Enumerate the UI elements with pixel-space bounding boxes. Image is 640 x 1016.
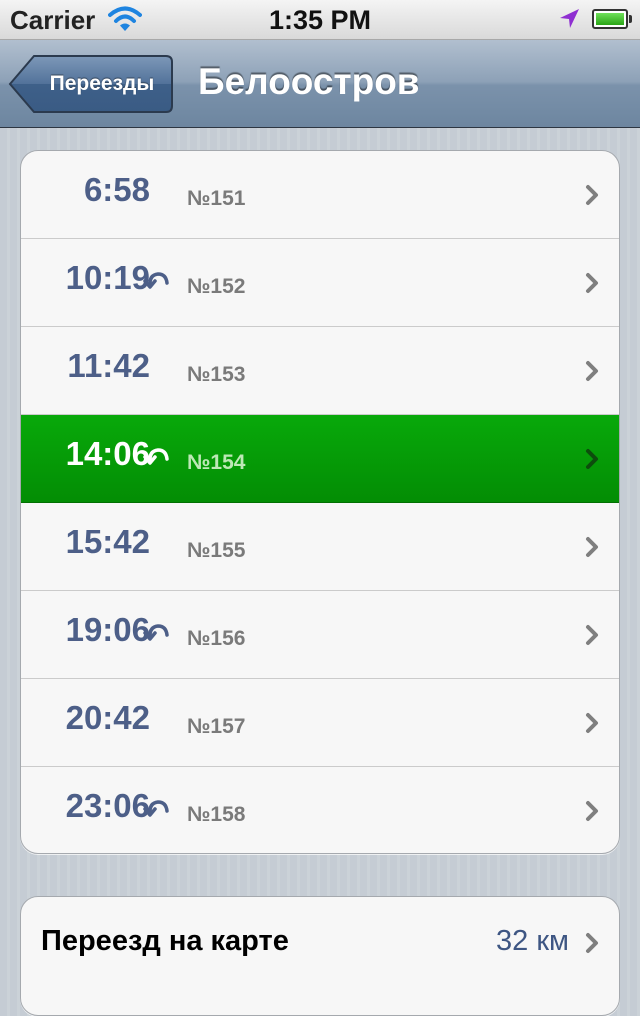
navigation-bar: Переезды Белоостров [0, 40, 640, 128]
schedule-row[interactable]: 19:06 №156 [21, 591, 619, 679]
train-number: №158 [187, 803, 246, 826]
chevron-right-icon [586, 449, 598, 469]
train-number: №155 [187, 539, 246, 562]
back-button-label: Переезды [49, 72, 155, 95]
chevron-right-icon [586, 537, 598, 557]
chevron-right-icon [586, 713, 598, 733]
train-number: №154 [187, 451, 246, 474]
chevron-right-icon [586, 933, 598, 953]
battery-icon [592, 9, 632, 29]
schedule-row[interactable]: 6:58 №151 [21, 151, 619, 239]
chevron-right-icon [586, 361, 598, 381]
distance-value: 32 км [496, 925, 569, 957]
train-number: №153 [187, 363, 246, 386]
chevron-right-icon [586, 801, 598, 821]
chevron-right-icon [586, 273, 598, 293]
schedule-table: 6:58 №151 10:19 №152 11:42 №153 14:06 №1… [20, 150, 620, 854]
departure-time: 23:06 [65, 787, 150, 824]
chevron-right-icon [586, 625, 598, 645]
departure-time: 15:42 [65, 523, 150, 560]
departure-time: 6:58 [83, 171, 150, 208]
schedule-row[interactable]: 10:19 №152 [21, 239, 619, 327]
map-section: Переезд на карте 32 км [20, 896, 620, 1016]
departure-time: 19:06 [65, 611, 150, 648]
train-number: №156 [187, 627, 246, 650]
schedule-row-selected[interactable]: 14:06 №154 [21, 415, 619, 503]
return-arrow-icon [143, 796, 171, 820]
schedule-row[interactable]: 20:42 №157 [21, 679, 619, 767]
status-time: 1:35 PM [268, 5, 372, 35]
chevron-right-icon [586, 185, 598, 205]
page-title: Белоостров [198, 61, 420, 102]
schedule-row[interactable]: 23:06 №158 [21, 767, 619, 853]
return-arrow-icon [143, 620, 171, 644]
map-row[interactable]: Переезд на карте 32 км [21, 897, 619, 985]
back-button[interactable]: Переезды [8, 54, 174, 114]
departure-time: 10:19 [65, 259, 150, 296]
departure-time: 14:06 [65, 435, 150, 472]
return-arrow-icon [143, 268, 171, 292]
schedule-row[interactable]: 15:42 №155 [21, 503, 619, 591]
train-number: №151 [187, 187, 246, 210]
train-number: №157 [187, 715, 246, 738]
schedule-row[interactable]: 11:42 №153 [21, 327, 619, 415]
return-arrow-icon [143, 444, 171, 468]
map-row-label: Переезд на карте [41, 925, 289, 957]
departure-time: 11:42 [67, 347, 150, 384]
location-arrow-icon [560, 9, 579, 28]
status-bar: Carrier 1:35 PM [0, 0, 640, 40]
departure-time: 20:42 [65, 699, 150, 736]
train-number: №152 [187, 275, 246, 298]
